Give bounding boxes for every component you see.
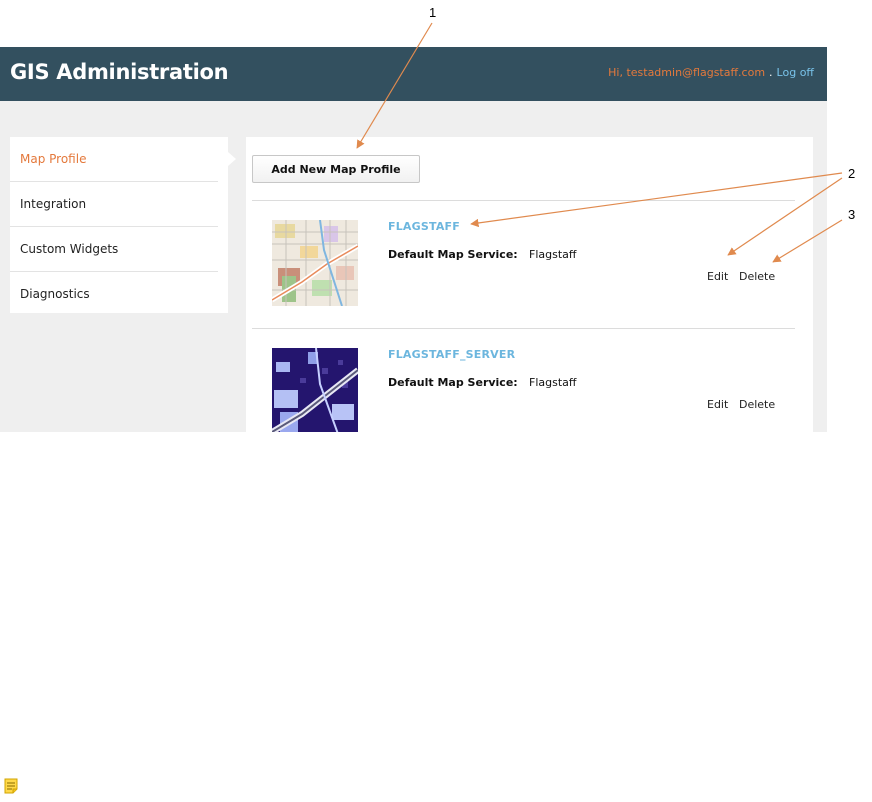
profile-name-link[interactable]: FLAGSTAFF_SERVER — [388, 348, 515, 361]
default-map-service-label: Default Map Service: — [388, 376, 518, 389]
light-street-map-thumbnail — [272, 220, 358, 306]
sidebar-item-diagnostics[interactable]: Diagnostics — [10, 272, 218, 316]
sidebar-item-map-profile[interactable]: Map Profile — [10, 137, 218, 182]
default-map-service-value: Flagstaff — [529, 376, 577, 389]
sidebar-item-integration[interactable]: Integration — [10, 182, 218, 227]
admin-screenshot: GIS Administration Hi, testadmin@flagsta… — [0, 47, 827, 432]
header-bar: GIS Administration Hi, testadmin@flagsta… — [0, 47, 827, 101]
app-title: GIS Administration — [10, 60, 229, 84]
profile-row: FLAGSTAFF_SERVER Default Map Service: Fl… — [252, 328, 795, 432]
user-area: Hi, testadmin@flagstaff.com. Log off — [608, 66, 814, 79]
dark-blue-map-thumbnail — [272, 348, 358, 432]
delete-link[interactable]: Delete — [739, 270, 775, 283]
logoff-link[interactable]: Log off — [777, 66, 814, 79]
sidebar: Map Profile Integration Custom Widgets D… — [10, 137, 228, 313]
default-map-service-label: Default Map Service: — [388, 248, 518, 261]
profile-row: FLAGSTAFF Default Map Service: Flagstaff… — [252, 200, 795, 320]
add-map-profile-button[interactable]: Add New Map Profile — [252, 155, 420, 183]
edit-link[interactable]: Edit — [707, 398, 728, 411]
sidebar-item-custom-widgets[interactable]: Custom Widgets — [10, 227, 218, 272]
user-greeting: Hi, testadmin@flagstaff.com — [608, 66, 766, 79]
callout-number-2: 2 — [848, 166, 856, 181]
header-separator: . — [769, 66, 773, 79]
profile-name-link[interactable]: FLAGSTAFF — [388, 220, 460, 233]
active-item-pointer — [228, 152, 236, 166]
note-icon — [4, 778, 18, 794]
edit-link[interactable]: Edit — [707, 270, 728, 283]
default-map-service-value: Flagstaff — [529, 248, 577, 261]
main-panel: Add New Map Profile FLAGSTAFF Default Ma… — [246, 137, 813, 432]
callout-number-1: 1 — [429, 5, 437, 20]
callout-number-3: 3 — [848, 207, 856, 222]
delete-link[interactable]: Delete — [739, 398, 775, 411]
